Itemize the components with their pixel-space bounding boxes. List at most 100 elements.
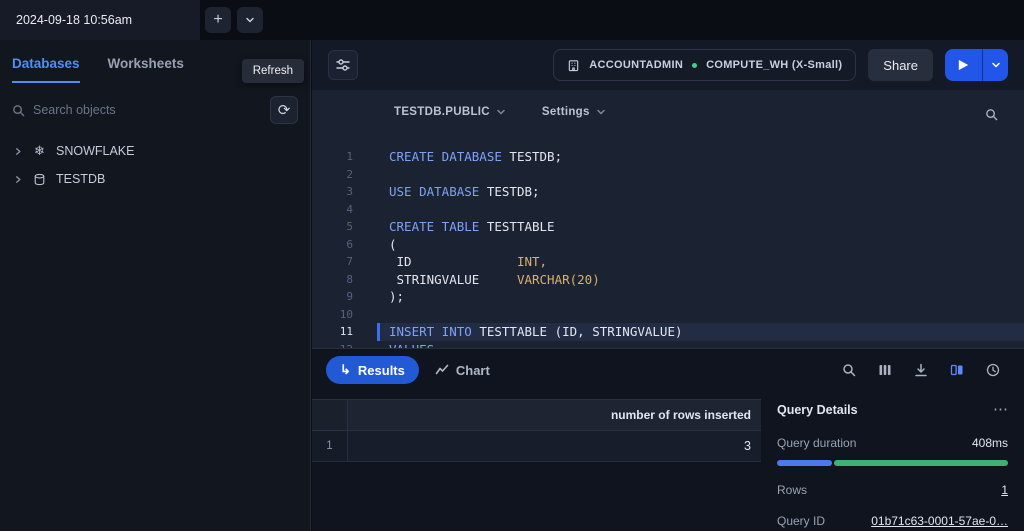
code-line[interactable]: 2 <box>312 166 1024 184</box>
code-line[interactable]: 7 ID INT, <box>312 253 1024 271</box>
editor-settings-menu[interactable]: Settings <box>542 106 606 118</box>
run-options-button[interactable] <box>982 49 1008 81</box>
code-line[interactable]: 12VALUES <box>312 341 1024 349</box>
query-id-label: Query ID <box>777 514 825 528</box>
worksheet-list-dropdown-button[interactable] <box>237 7 263 33</box>
refresh-button[interactable]: ⟳ <box>270 96 298 124</box>
code-token: TESTTABLE (ID, STRINGVALUE) <box>479 324 682 339</box>
chevron-down-icon <box>496 107 506 117</box>
code-token: TESTDB; <box>509 149 562 164</box>
sliders-icon <box>335 57 351 73</box>
table-row[interactable]: 1 3 <box>312 431 761 462</box>
warehouse-status-dot <box>692 63 697 68</box>
plus-icon: + <box>213 11 222 29</box>
rows-label: Rows <box>777 483 807 497</box>
code-line-active[interactable]: 11INSERT INTO TESTTABLE (ID, STRINGVALUE… <box>312 323 1024 341</box>
code-line[interactable]: 8 STRINGVALUE VARCHAR(20) <box>312 271 1024 289</box>
duration-segment-execution <box>834 460 1008 466</box>
chevron-right-icon[interactable] <box>14 175 23 184</box>
database-icon <box>32 173 47 186</box>
tree-item-label: TESTDB <box>56 172 105 186</box>
refresh-icon: ⟳ <box>278 101 291 119</box>
tab-worksheets[interactable]: Worksheets <box>108 56 184 83</box>
sidebar-search-row: ⟳ Refresh <box>12 95 298 125</box>
line-number: 6 <box>312 236 353 254</box>
run-button-group <box>945 49 1008 81</box>
search-results-icon[interactable] <box>842 363 856 377</box>
sql-code-area[interactable]: 1CREATE DATABASE TESTDB; 2 3USE DATABASE… <box>312 148 1024 348</box>
search-objects-input[interactable] <box>33 103 270 117</box>
code-line[interactable]: 3USE DATABASE TESTDB; <box>312 183 1024 201</box>
role-label: ACCOUNTADMIN <box>589 59 683 71</box>
worksheet-toolbar: ACCOUNTADMIN COMPUTE_WH (X-Small) Share <box>312 40 1024 90</box>
results-panel: ↳ Results Chart <box>312 348 1024 531</box>
snowflake-icon: ❄ <box>32 143 47 159</box>
split-panel-icon[interactable] <box>950 363 964 377</box>
new-worksheet-button[interactable]: + <box>205 7 231 33</box>
chart-tab-label: Chart <box>456 363 490 378</box>
share-button-label: Share <box>883 58 918 73</box>
database-schema-selector[interactable]: TESTDB.PUBLIC <box>394 106 506 118</box>
chevron-right-icon[interactable] <box>14 147 23 156</box>
context-label: TESTDB.PUBLIC <box>394 106 490 118</box>
code-token: TESTTABLE <box>487 219 555 234</box>
chevron-down-icon <box>991 60 1001 70</box>
query-duration-bar <box>777 460 1008 466</box>
value-cell[interactable]: 3 <box>348 431 761 462</box>
code-line[interactable]: 9); <box>312 288 1024 306</box>
worksheet-tab[interactable]: 2024-09-18 10:56am <box>0 0 200 40</box>
ellipsis-menu-icon[interactable]: ⋯ <box>993 405 1008 415</box>
sql-editor-panel: TESTDB.PUBLIC Settings 1CREATE DATABASE … <box>312 90 1024 348</box>
line-number: 5 <box>312 218 353 236</box>
code-line[interactable]: 6( <box>312 236 1024 254</box>
line-number: 7 <box>312 253 353 271</box>
line-number: 3 <box>312 183 353 201</box>
code-line[interactable]: 10 <box>312 306 1024 324</box>
chart-line-icon <box>435 363 449 377</box>
code-line[interactable]: 1CREATE DATABASE TESTDB; <box>312 148 1024 166</box>
query-details-title: Query Details <box>777 403 858 417</box>
tab-results[interactable]: ↳ Results <box>326 356 419 384</box>
play-icon <box>958 59 969 71</box>
row-number-cell[interactable]: 1 <box>312 431 348 462</box>
database-tree: ❄ SNOWFLAKE TESTDB <box>0 137 310 193</box>
code-line[interactable]: 4 <box>312 201 1024 219</box>
share-button[interactable]: Share <box>868 49 933 81</box>
table-header-row: number of rows inserted <box>312 399 761 431</box>
results-table: number of rows inserted 1 3 <box>312 391 761 531</box>
code-token: ); <box>389 289 404 304</box>
settings-label: Settings <box>542 106 590 118</box>
tree-item-snowflake[interactable]: ❄ SNOWFLAKE <box>0 137 310 165</box>
worksheet-options-button[interactable] <box>328 50 358 80</box>
tab-databases[interactable]: Databases <box>12 56 80 83</box>
worksheet-tab-title: 2024-09-18 10:56am <box>16 13 132 27</box>
worksheet-tab-bar: 2024-09-18 10:56am + <box>0 0 1024 40</box>
row-number-header-cell[interactable] <box>312 399 348 431</box>
line-number: 2 <box>312 166 353 184</box>
rows-value-link[interactable]: 1 <box>1001 483 1008 497</box>
line-number: 9 <box>312 288 353 306</box>
columns-icon[interactable] <box>878 363 892 377</box>
query-history-clock-icon[interactable] <box>986 363 1000 377</box>
code-token: ID <box>389 254 517 269</box>
line-number: 8 <box>312 271 353 289</box>
code-token: CREATE TABLE <box>389 219 487 234</box>
editor-context-bar: TESTDB.PUBLIC Settings <box>312 90 1024 136</box>
download-icon[interactable] <box>914 363 928 377</box>
run-button[interactable] <box>945 49 982 81</box>
warehouse-label: COMPUTE_WH (X-Small) <box>706 59 842 71</box>
editor-search-icon[interactable] <box>985 108 998 121</box>
results-tab-bar: ↳ Results Chart <box>312 349 1024 391</box>
code-line[interactable]: 5 CREATE TABLE TESTTABLE <box>312 218 1024 236</box>
tree-item-testdb[interactable]: TESTDB <box>0 165 310 193</box>
line-number: 11 <box>312 323 353 341</box>
column-header[interactable]: number of rows inserted <box>348 399 761 431</box>
code-token: CREATE DATABASE <box>389 149 509 164</box>
sidebar: Databases Worksheets ⟳ Refresh ❄ SNOWFLA… <box>0 40 311 531</box>
query-id-link[interactable]: 01b71c63-0001-57ae-0… <box>871 514 1008 528</box>
tab-chart[interactable]: Chart <box>435 363 490 378</box>
code-token: INT, <box>517 254 547 269</box>
main-panel: ACCOUNTADMIN COMPUTE_WH (X-Small) Share <box>312 40 1024 531</box>
query-duration-label: Query duration <box>777 436 856 450</box>
role-warehouse-selector[interactable]: ACCOUNTADMIN COMPUTE_WH (X-Small) <box>553 49 856 81</box>
